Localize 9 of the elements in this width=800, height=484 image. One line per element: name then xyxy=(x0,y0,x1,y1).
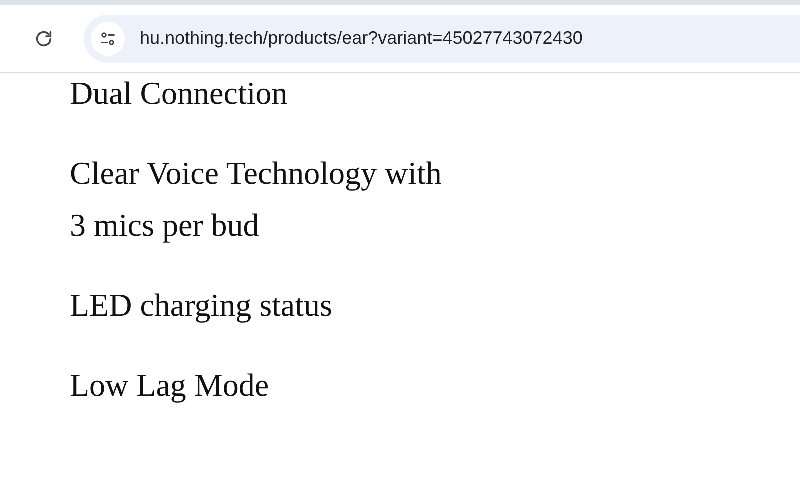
tune-icon xyxy=(99,30,117,48)
url-text: hu.nothing.tech/products/ear?variant=45027743072430 xyxy=(140,27,583,50)
feature-text: Dual Connection xyxy=(70,74,289,113)
feature-text: LED charging status xyxy=(70,286,334,325)
site-info-button[interactable] xyxy=(91,22,125,56)
reload-icon xyxy=(34,28,54,48)
feature-text: Low Lag Mode xyxy=(70,366,270,405)
address-bar[interactable]: hu.nothing.tech/products/ear?variant=45027743072430 xyxy=(84,14,800,62)
feature-text: Clear Voice Technology with 3 mics per bud xyxy=(70,154,443,245)
